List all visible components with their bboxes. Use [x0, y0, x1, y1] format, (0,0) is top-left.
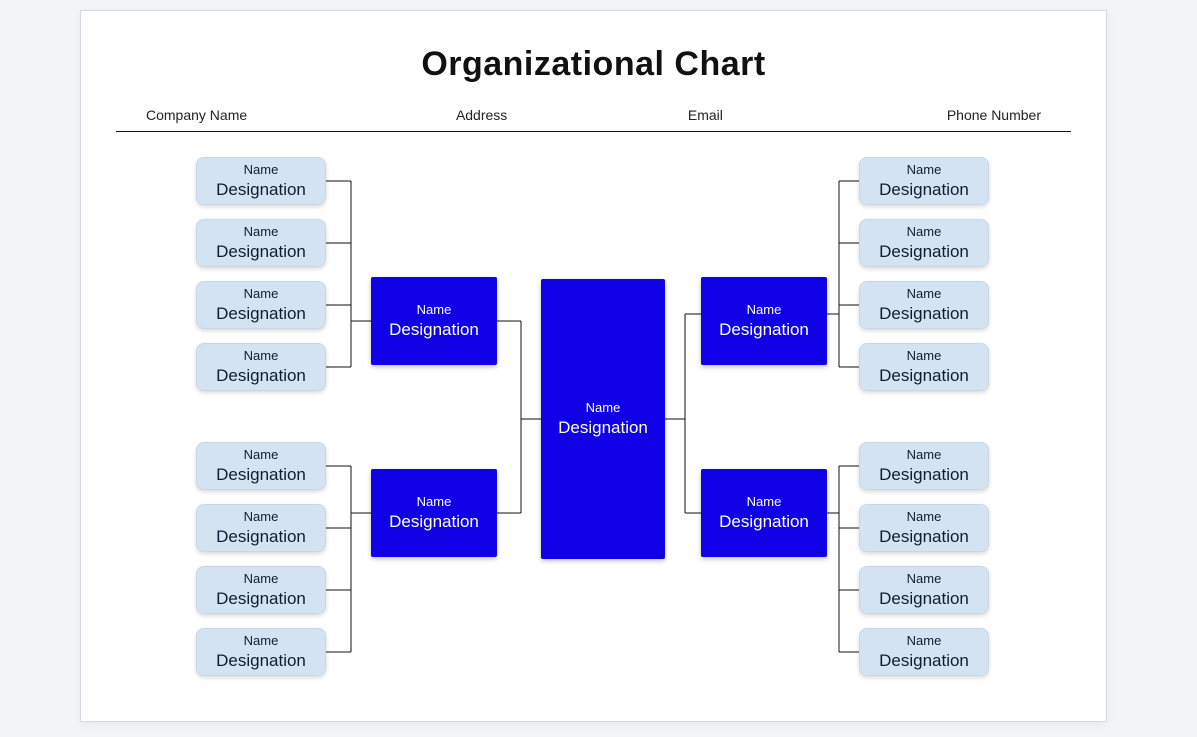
mid-node-tr: Name Designation	[701, 277, 827, 365]
mid-tl-name: Name	[417, 302, 452, 318]
mid-bl-name: Name	[417, 494, 452, 510]
leaf-tr-2: NameDesignation	[859, 281, 989, 329]
header-address: Address	[370, 107, 594, 123]
mid-bl-designation: Designation	[389, 511, 479, 532]
leaf-bl-1: NameDesignation	[196, 504, 326, 552]
leaf-tr-1: NameDesignation	[859, 219, 989, 267]
leaf-br-0: NameDesignation	[859, 442, 989, 490]
chart-header-row: Company Name Address Email Phone Number	[116, 107, 1071, 132]
mid-node-br: Name Designation	[701, 469, 827, 557]
mid-tl-designation: Designation	[389, 319, 479, 340]
org-chart-sheet: Organizational Chart Company Name Addres…	[80, 10, 1107, 722]
leaf-tl-1: NameDesignation	[196, 219, 326, 267]
leaf-tr-3: NameDesignation	[859, 343, 989, 391]
leaf-bl-3: NameDesignation	[196, 628, 326, 676]
leaf-tl-3: NameDesignation	[196, 343, 326, 391]
mid-tr-name: Name	[747, 302, 782, 318]
mid-br-name: Name	[747, 494, 782, 510]
leaf-br-2: NameDesignation	[859, 566, 989, 614]
leaf-br-3: NameDesignation	[859, 628, 989, 676]
root-node: Name Designation	[541, 279, 665, 559]
mid-node-bl: Name Designation	[371, 469, 497, 557]
leaf-br-1: NameDesignation	[859, 504, 989, 552]
header-phone: Phone Number	[817, 107, 1041, 123]
leaf-bl-0: NameDesignation	[196, 442, 326, 490]
leaf-tl-0: NameDesignation	[196, 157, 326, 205]
mid-br-designation: Designation	[719, 511, 809, 532]
root-name: Name	[586, 400, 621, 416]
leaf-tr-0: NameDesignation	[859, 157, 989, 205]
header-company: Company Name	[146, 107, 370, 123]
mid-tr-designation: Designation	[719, 319, 809, 340]
mid-node-tl: Name Designation	[371, 277, 497, 365]
org-chart-canvas: Name Designation Name Designation Name D…	[81, 141, 1106, 701]
leaf-tl-2: NameDesignation	[196, 281, 326, 329]
root-designation: Designation	[558, 417, 648, 438]
leaf-bl-2: NameDesignation	[196, 566, 326, 614]
header-email: Email	[594, 107, 818, 123]
chart-title: Organizational Chart	[81, 45, 1106, 84]
